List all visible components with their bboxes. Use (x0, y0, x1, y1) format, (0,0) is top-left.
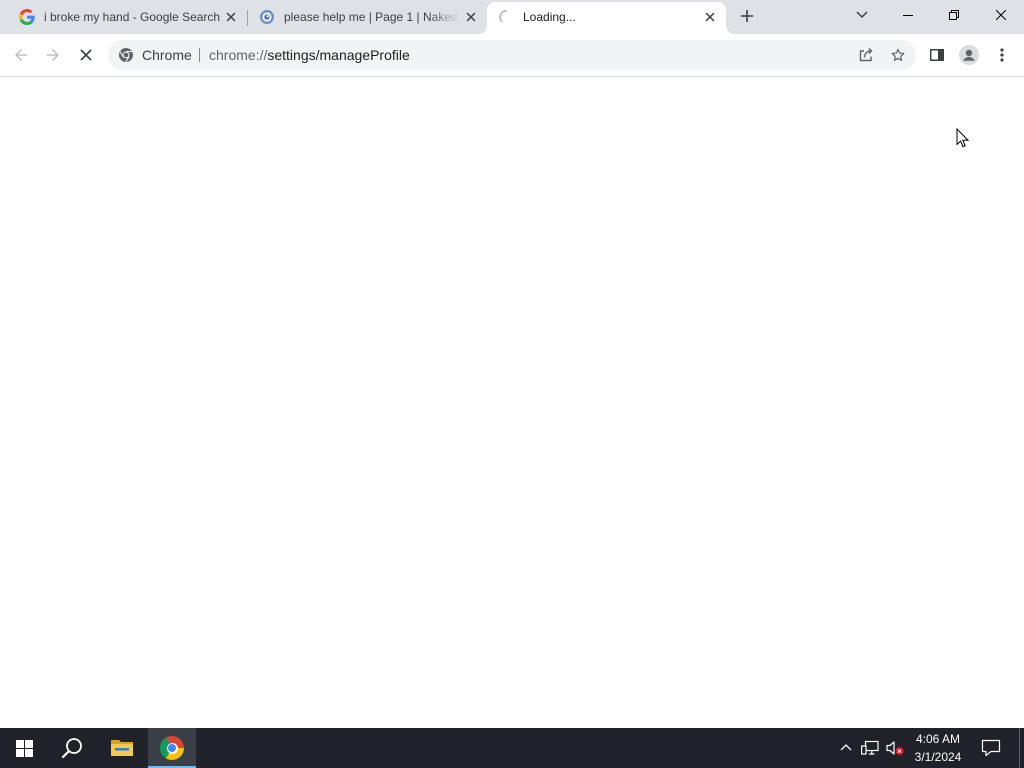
action-center-button[interactable] (973, 728, 1009, 768)
tab-search-chevron-icon (856, 11, 868, 19)
volume-button[interactable] (883, 728, 907, 768)
more-menu-icon (1000, 48, 1004, 62)
site-favicon-icon (260, 10, 274, 24)
tab-google-search[interactable]: i broke my hand - Google Search (8, 2, 247, 34)
profile-avatar-icon (959, 45, 979, 65)
show-hidden-icons-button[interactable] (834, 728, 858, 768)
taskbar-search-button[interactable] (48, 728, 96, 768)
url-scheme: chrome:// (209, 47, 268, 63)
site-chip-label[interactable]: Chrome (142, 40, 192, 70)
volume-muted-icon (886, 741, 904, 755)
stop-icon (80, 49, 92, 61)
chevron-up-icon (840, 744, 852, 751)
back-arrow-icon (15, 49, 27, 61)
network-button[interactable] (858, 728, 882, 768)
clock-time: 4:06 AM (915, 732, 961, 746)
tab-strip: i broke my hand - Google Search please h… (0, 0, 1024, 34)
share-icon (859, 47, 873, 62)
notification-icon (981, 739, 1001, 757)
chrome-taskbar-button[interactable] (148, 728, 196, 768)
bookmark-star-icon (891, 48, 905, 61)
address-bar[interactable]: Chrome chrome://settings/manageProfile (108, 40, 916, 70)
mouse-cursor-icon (956, 128, 969, 148)
tab-title: Loading... (523, 10, 576, 24)
close-icon (466, 12, 476, 22)
url-text[interactable]: chrome://settings/manageProfile (209, 40, 410, 70)
close-window-button[interactable] (977, 0, 1024, 29)
start-button[interactable] (0, 728, 48, 768)
new-tab-plus-icon (741, 10, 753, 22)
page-content (0, 77, 1024, 728)
tab-close-button[interactable] (223, 9, 239, 25)
share-button[interactable] (856, 45, 876, 65)
more-menu-button[interactable] (988, 41, 1016, 69)
toolbar: Chrome chrome://settings/manageProfile (0, 34, 1024, 76)
restore-button[interactable] (931, 0, 977, 29)
chip-divider (199, 48, 200, 62)
close-icon (705, 12, 715, 22)
side-panel-button[interactable] (923, 41, 951, 69)
tab-forum-thread[interactable]: please help me | Page 1 | Naked (248, 2, 487, 34)
search-icon (61, 738, 82, 759)
google-g-icon (19, 9, 35, 25)
back-button[interactable] (7, 41, 35, 69)
tab-title: please help me | Page 1 | Naked (284, 10, 458, 24)
tab-search-button[interactable] (848, 0, 876, 28)
forward-button[interactable] (39, 41, 67, 69)
file-explorer-button[interactable] (98, 728, 146, 768)
side-panel-icon (930, 49, 944, 61)
stop-loading-button[interactable] (72, 41, 100, 69)
close-icon (226, 12, 236, 22)
tab-close-button[interactable] (463, 9, 479, 25)
loading-spinner-icon (499, 10, 507, 23)
new-tab-button[interactable] (733, 2, 761, 30)
close-icon (995, 9, 1006, 20)
profile-button[interactable] (955, 41, 983, 69)
restore-icon (949, 9, 959, 20)
clock-date: 3/1/2024 (914, 750, 962, 764)
url-path: settings/manageProfile (267, 47, 410, 63)
minimize-icon (903, 14, 913, 16)
show-desktop-button[interactable] (1018, 728, 1024, 768)
tab-title: i broke my hand - Google Search (44, 10, 220, 24)
windows-start-icon (15, 739, 33, 757)
tab-close-button[interactable] (702, 9, 718, 25)
network-icon (861, 740, 879, 755)
taskbar: 4:06 AM 3/1/2024 (0, 728, 1024, 768)
minimize-button[interactable] (885, 0, 931, 29)
file-explorer-icon (111, 740, 133, 756)
chrome-icon (160, 736, 184, 760)
chrome-page-icon[interactable] (118, 47, 134, 63)
bookmark-button[interactable] (888, 45, 908, 65)
forward-arrow-icon (47, 49, 59, 61)
tab-loading-active[interactable]: Loading... (479, 2, 734, 34)
taskbar-clock[interactable]: 4:06 AM 3/1/2024 (906, 730, 970, 766)
